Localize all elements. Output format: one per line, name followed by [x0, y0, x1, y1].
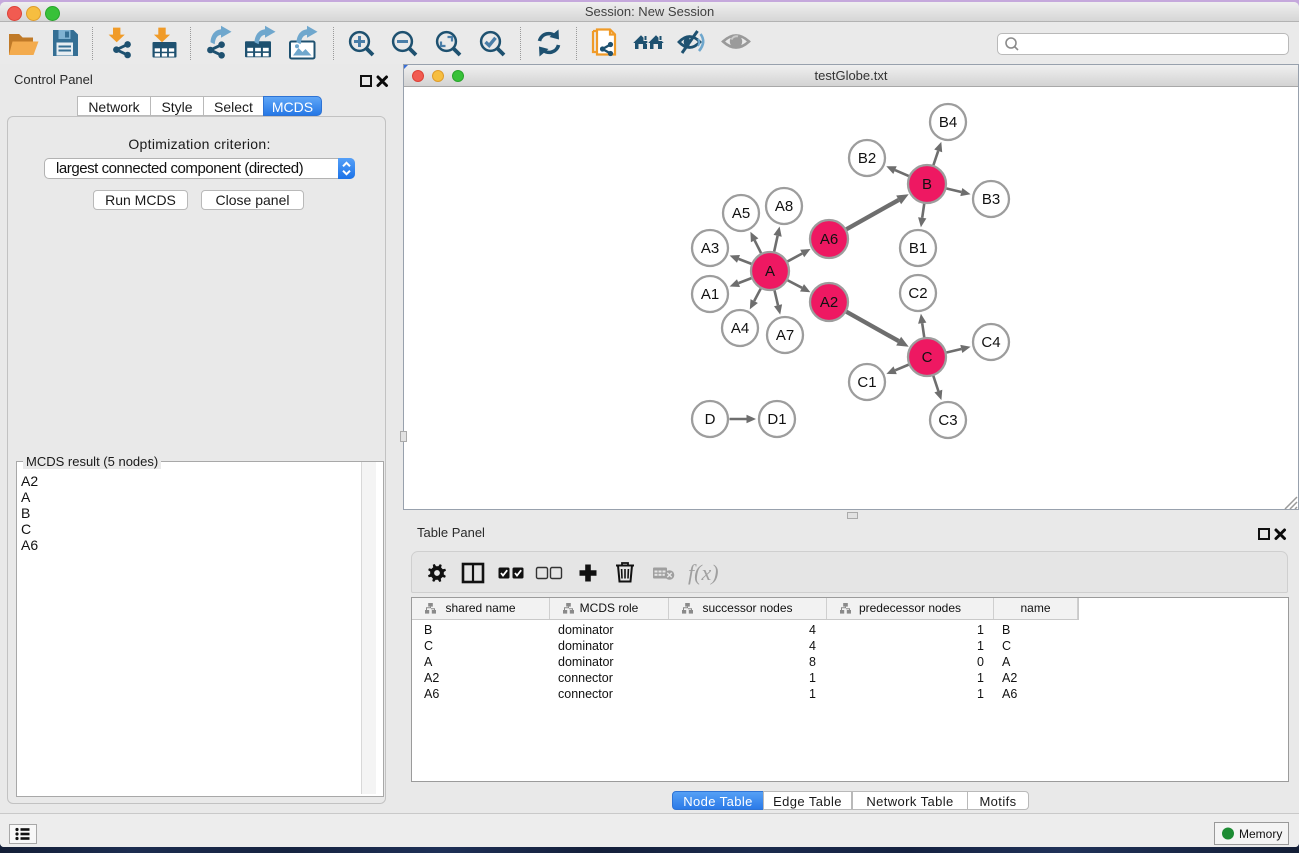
svg-text:B4: B4 [939, 114, 957, 131]
svg-text:D: D [705, 411, 716, 428]
svg-text:B2: B2 [858, 150, 876, 167]
svg-text:B: B [922, 176, 932, 193]
svg-text:A4: A4 [731, 320, 749, 337]
svg-text:A7: A7 [776, 327, 794, 344]
svg-text:A3: A3 [701, 240, 719, 257]
svg-text:B1: B1 [909, 240, 927, 257]
svg-text:A2: A2 [820, 294, 838, 311]
svg-text:A8: A8 [775, 198, 793, 215]
svg-text:B3: B3 [982, 191, 1000, 208]
svg-text:A5: A5 [732, 205, 750, 222]
svg-text:D1: D1 [767, 411, 786, 428]
svg-text:A6: A6 [820, 231, 838, 248]
svg-text:A1: A1 [701, 286, 719, 303]
svg-text:C2: C2 [908, 285, 927, 302]
svg-text:C4: C4 [981, 334, 1000, 351]
svg-text:C: C [922, 349, 933, 366]
svg-text:f(x): f(x) [688, 560, 719, 585]
svg-text:A: A [765, 263, 775, 280]
svg-text:C1: C1 [857, 374, 876, 391]
svg-text:Memory: Memory [1239, 827, 1282, 841]
svg-text:C3: C3 [938, 412, 957, 429]
